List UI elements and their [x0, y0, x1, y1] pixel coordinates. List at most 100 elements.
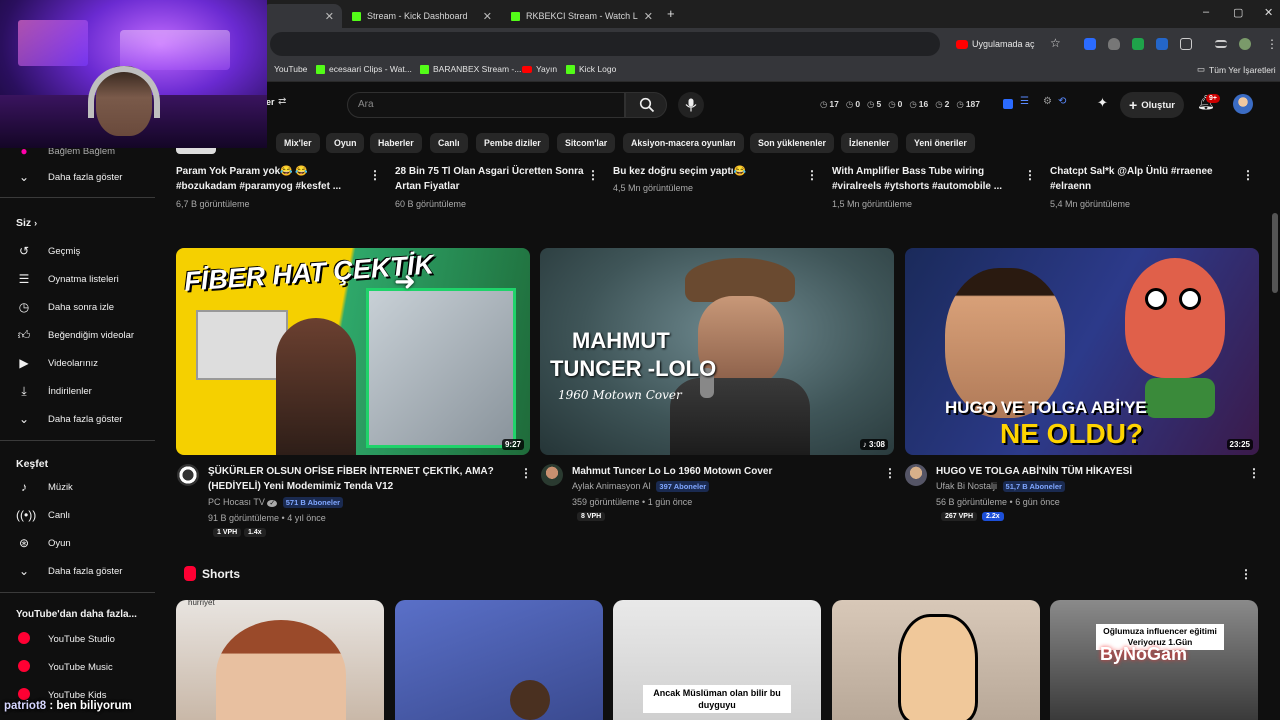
bookmark-baranbex[interactable]: BARANBEX Stream -...: [420, 64, 521, 74]
sidebar-item-history[interactable]: ↺ Geçmiş: [0, 238, 155, 264]
more-options-icon[interactable]: ⋮: [1240, 567, 1252, 581]
browser-menu-icon[interactable]: ⋮: [1266, 37, 1278, 51]
video-title[interactable]: 28 Bin 75 Tl Olan Asgari Ücretten Sonra …: [395, 164, 585, 194]
more-options-icon[interactable]: ⋮: [587, 168, 599, 182]
bookmark-kick-logo[interactable]: Kick Logo: [566, 64, 616, 74]
more-options-icon[interactable]: ⋮: [1242, 168, 1254, 182]
maximize-button[interactable]: ▢: [1233, 6, 1243, 19]
extension-icon[interactable]: [1003, 99, 1013, 109]
sidebar-item-watch-later[interactable]: ◷ Daha sonra izle: [0, 294, 155, 320]
tab-rkbekci-stream[interactable]: RKBEKCI Stream - Watch Live o ✕: [503, 4, 661, 28]
close-tab-icon[interactable]: ✕: [644, 10, 653, 23]
sidebar-item-your-videos[interactable]: ▶ Videolarınız: [0, 350, 155, 376]
media-control-icon[interactable]: [1215, 40, 1227, 48]
bookmark-star-icon[interactable]: ☆: [1050, 36, 1061, 50]
filter-icon[interactable]: ⇄: [278, 96, 286, 107]
short-thumbnail[interactable]: [832, 600, 1040, 720]
more-options-icon[interactable]: ⋮: [1024, 168, 1036, 182]
search-button[interactable]: [625, 92, 667, 118]
chip-canli[interactable]: Canlı: [430, 133, 468, 153]
chip-son-yuklenenler[interactable]: Son yüklenenler: [750, 133, 834, 153]
link-icon[interactable]: ⟲: [1058, 96, 1066, 107]
sidebar-item-liked[interactable]: 👍︎ Beğendiğim videolar: [0, 322, 155, 348]
more-options-icon[interactable]: ⋮: [806, 168, 818, 182]
sidebar-item-music[interactable]: ♪ Müzik: [0, 474, 155, 500]
chip-yeni-oneriler[interactable]: Yeni öneriler: [906, 133, 975, 153]
bookmark-ecesaari[interactable]: ecesaari Clips - Wat...: [316, 64, 412, 74]
short-thumbnail[interactable]: [395, 600, 603, 720]
extension-icon[interactable]: [1132, 38, 1144, 50]
account-avatar[interactable]: [1233, 94, 1253, 114]
video-thumbnail[interactable]: MAHMUT TUNCER -LOLO 1960 Motown Cover ♪ …: [540, 248, 894, 455]
thumbnail-suit: [670, 378, 810, 455]
video-title[interactable]: Param Yok Param yok😂 😂 #bozukadam #param…: [176, 164, 366, 194]
create-button[interactable]: + Oluştur: [1120, 92, 1184, 118]
video-title[interactable]: Mahmut Tuncer Lo Lo 1960 Motown Cover: [572, 464, 872, 479]
list-icon[interactable]: ☰: [1020, 96, 1029, 107]
all-bookmarks-folder[interactable]: ▭ Tüm Yer İşaretleri: [1197, 64, 1276, 75]
gemini-icon[interactable]: ✦: [1097, 95, 1108, 111]
video-title[interactable]: ŞÜKÜRLER OLSUN OFİSE FİBER İNTERNET ÇEKT…: [208, 464, 508, 494]
page-scrollbar[interactable]: [1272, 213, 1278, 293]
more-options-icon[interactable]: ⋮: [369, 168, 381, 182]
bookmark-yayin[interactable]: Yayın: [522, 64, 557, 74]
sidebar-show-more-3[interactable]: ⌄ Daha fazla göster: [0, 558, 155, 584]
search-input[interactable]: Ara: [347, 92, 625, 118]
chip-mixler[interactable]: Mix'ler: [276, 133, 320, 153]
puzzle-icon[interactable]: [1180, 38, 1192, 50]
shield-extension-icon[interactable]: [1108, 38, 1120, 50]
close-window-button[interactable]: ✕: [1264, 6, 1273, 19]
thumbnail-cabinet: [366, 288, 516, 448]
channel-name[interactable]: PC Hocası TV: [208, 497, 265, 507]
sidebar-item-studio[interactable]: YouTube Studio: [0, 626, 155, 652]
channel-name[interactable]: Aylak Animasyon AI: [572, 481, 651, 491]
channel-avatar[interactable]: [541, 464, 563, 486]
more-options-icon[interactable]: ⋮: [520, 466, 532, 480]
video-thumbnail[interactable]: FİBER HAT ÇEKTİK ➜ 9:27: [176, 248, 530, 455]
more-options-icon[interactable]: ⋮: [884, 466, 896, 480]
sidebar-item-music-app[interactable]: YouTube Music: [0, 654, 155, 680]
chip-haberler[interactable]: Haberler: [370, 133, 422, 153]
chip-pembe-diziler[interactable]: Pembe diziler: [476, 133, 549, 153]
sidebar-item-gaming[interactable]: ⊛ Oyun: [0, 530, 155, 556]
chip-aksiyon-macera[interactable]: Aksiyon-macera oyunları: [623, 133, 744, 153]
extension-icon[interactable]: [1084, 38, 1096, 50]
chip-oyun[interactable]: Oyun: [326, 133, 365, 153]
sidebar-item-playlists[interactable]: ☰ Oynatma listeleri: [0, 266, 155, 292]
close-tab-icon[interactable]: ✕: [483, 10, 492, 23]
sidebar-show-more-2[interactable]: ⌄ Daha fazla göster: [0, 406, 155, 432]
chevron-down-icon: ⌄: [18, 564, 30, 578]
short-thumbnail[interactable]: Oğlumuza influencer eğitimi Veriyoruz 1.…: [1050, 600, 1258, 720]
short-thumbnail[interactable]: Ancak Müslüman olan bilir bu duyguyu: [613, 600, 821, 720]
more-options-icon[interactable]: ⋮: [1248, 466, 1260, 480]
chip-izlenenler[interactable]: İzlenenler: [841, 133, 898, 153]
sidebar-heading-you[interactable]: Siz ›: [16, 217, 37, 229]
short-thumbnail[interactable]: hurriyet: [176, 600, 384, 720]
voice-search-button[interactable]: [678, 92, 704, 118]
channel-name-row: Aylak Animasyon AI 397 Aboneler: [572, 481, 710, 492]
bookmark-youtube[interactable]: YouTube: [274, 64, 307, 74]
sidebar-item-downloads[interactable]: ⤓ İndirilenler: [0, 378, 155, 404]
channel-avatar[interactable]: [905, 464, 927, 486]
new-tab-button[interactable]: +: [667, 6, 675, 21]
video-title[interactable]: Chatcpt Sal*k @Alp Ünlü #rraenee #elraen…: [1050, 164, 1240, 194]
video-title[interactable]: HUGO VE TOLGA ABİ'NİN TÜM HİKAYESİ: [936, 464, 1236, 479]
sidebar-show-more-1[interactable]: ⌄ Daha fazla göster: [0, 164, 155, 190]
address-field[interactable]: [270, 32, 940, 56]
tab-youtube[interactable]: ✕: [262, 4, 342, 28]
sidebar-item-live[interactable]: ((•)) Canlı: [0, 502, 155, 528]
chip-sitcomlar[interactable]: Sitcom'lar: [557, 133, 616, 153]
tool-icon[interactable]: ⚙: [1043, 96, 1052, 107]
video-duration: 9:27: [501, 439, 524, 450]
video-title[interactable]: With Amplifier Bass Tube wiring #viralre…: [832, 164, 1022, 194]
profile-avatar-icon[interactable]: [1239, 38, 1251, 50]
open-in-app-button[interactable]: Uygulamada aç: [956, 36, 1035, 52]
video-thumbnail[interactable]: HUGO VE TOLGA ABİ'YE NE OLDU? 23:25: [905, 248, 1259, 455]
minimize-button[interactable]: –: [1203, 6, 1209, 18]
video-title[interactable]: Bu kez doğru seçim yaptı😂: [613, 164, 803, 179]
extension-icon[interactable]: [1156, 38, 1168, 50]
tab-kick-dashboard[interactable]: Stream - Kick Dashboard ✕: [344, 4, 500, 28]
channel-avatar[interactable]: [177, 464, 199, 486]
channel-name[interactable]: Ufak Bi Nostalji: [936, 481, 997, 491]
close-tab-icon[interactable]: ✕: [325, 10, 334, 23]
